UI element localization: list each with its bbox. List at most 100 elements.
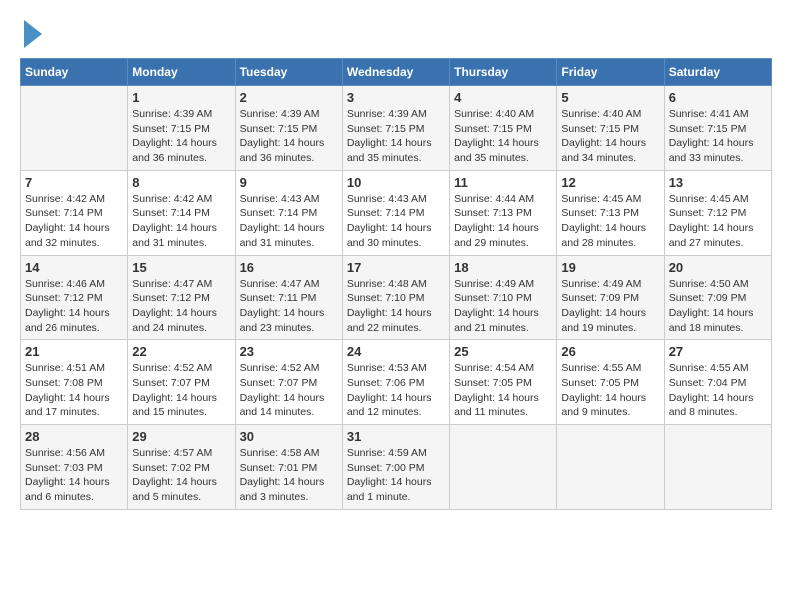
day-info: Sunrise: 4:43 AM Sunset: 7:14 PM Dayligh… [240,192,338,251]
calendar-cell: 4 Sunrise: 4:40 AM Sunset: 7:15 PM Daylig… [450,86,557,171]
day-info: Sunrise: 4:45 AM Sunset: 7:13 PM Dayligh… [561,192,659,251]
day-info: Sunrise: 4:44 AM Sunset: 7:13 PM Dayligh… [454,192,552,251]
calendar-cell [450,425,557,510]
day-info: Sunrise: 4:50 AM Sunset: 7:09 PM Dayligh… [669,277,767,336]
day-number: 19 [561,260,659,275]
calendar-cell: 14 Sunrise: 4:46 AM Sunset: 7:12 PM Dayli… [21,255,128,340]
day-info: Sunrise: 4:40 AM Sunset: 7:15 PM Dayligh… [561,107,659,166]
page-header [20,20,772,48]
day-info: Sunrise: 4:46 AM Sunset: 7:12 PM Dayligh… [25,277,123,336]
calendar-cell: 7 Sunrise: 4:42 AM Sunset: 7:14 PM Daylig… [21,170,128,255]
calendar-cell: 21 Sunrise: 4:51 AM Sunset: 7:08 PM Dayli… [21,340,128,425]
calendar-cell: 25 Sunrise: 4:54 AM Sunset: 7:05 PM Dayli… [450,340,557,425]
day-info: Sunrise: 4:55 AM Sunset: 7:05 PM Dayligh… [561,361,659,420]
calendar-cell: 23 Sunrise: 4:52 AM Sunset: 7:07 PM Dayli… [235,340,342,425]
day-info: Sunrise: 4:49 AM Sunset: 7:09 PM Dayligh… [561,277,659,336]
calendar-cell: 10Sunrise: 4:43 AM Sunset: 7:14 PM Dayli… [342,170,449,255]
day-number: 4 [454,90,552,105]
calendar-cell: 11Sunrise: 4:44 AM Sunset: 7:13 PM Dayli… [450,170,557,255]
day-number: 18 [454,260,552,275]
calendar-cell: 6 Sunrise: 4:41 AM Sunset: 7:15 PM Daylig… [664,86,771,171]
day-info: Sunrise: 4:42 AM Sunset: 7:14 PM Dayligh… [25,192,123,251]
calendar-table: SundayMondayTuesdayWednesdayThursdayFrid… [20,58,772,510]
calendar-cell: 30Sunrise: 4:58 AM Sunset: 7:01 PM Dayli… [235,425,342,510]
day-info: Sunrise: 4:58 AM Sunset: 7:01 PM Dayligh… [240,446,338,505]
day-info: Sunrise: 4:59 AM Sunset: 7:00 PM Dayligh… [347,446,445,505]
calendar-cell: 9 Sunrise: 4:43 AM Sunset: 7:14 PM Daylig… [235,170,342,255]
day-info: Sunrise: 4:39 AM Sunset: 7:15 PM Dayligh… [347,107,445,166]
day-info: Sunrise: 4:39 AM Sunset: 7:15 PM Dayligh… [132,107,230,166]
calendar-cell [557,425,664,510]
day-info: Sunrise: 4:40 AM Sunset: 7:15 PM Dayligh… [454,107,552,166]
calendar-week-row: 7 Sunrise: 4:42 AM Sunset: 7:14 PM Daylig… [21,170,772,255]
day-info: Sunrise: 4:53 AM Sunset: 7:06 PM Dayligh… [347,361,445,420]
day-number: 6 [669,90,767,105]
weekday-header: Saturday [664,59,771,86]
day-number: 14 [25,260,123,275]
day-info: Sunrise: 4:57 AM Sunset: 7:02 PM Dayligh… [132,446,230,505]
day-info: Sunrise: 4:47 AM Sunset: 7:11 PM Dayligh… [240,277,338,336]
calendar-cell [664,425,771,510]
day-number: 26 [561,344,659,359]
calendar-week-row: 28 Sunrise: 4:56 AM Sunset: 7:03 PM Dayli… [21,425,772,510]
calendar-cell: 13 Sunrise: 4:45 AM Sunset: 7:12 PM Dayli… [664,170,771,255]
weekday-header: Tuesday [235,59,342,86]
calendar-cell: 12 Sunrise: 4:45 AM Sunset: 7:13 PM Dayli… [557,170,664,255]
day-number: 12 [561,175,659,190]
weekday-header: Sunday [21,59,128,86]
day-number: 28 [25,429,123,444]
day-number: 17 [347,260,445,275]
weekday-header: Monday [128,59,235,86]
day-info: Sunrise: 4:41 AM Sunset: 7:15 PM Dayligh… [669,107,767,166]
day-info: Sunrise: 4:45 AM Sunset: 7:12 PM Dayligh… [669,192,767,251]
day-info: Sunrise: 4:48 AM Sunset: 7:10 PM Dayligh… [347,277,445,336]
day-number: 3 [347,90,445,105]
day-info: Sunrise: 4:51 AM Sunset: 7:08 PM Dayligh… [25,361,123,420]
day-number: 29 [132,429,230,444]
calendar-week-row: 21 Sunrise: 4:51 AM Sunset: 7:08 PM Dayli… [21,340,772,425]
calendar-cell: 31Sunrise: 4:59 AM Sunset: 7:00 PM Dayli… [342,425,449,510]
weekday-header: Wednesday [342,59,449,86]
calendar-cell: 1 Sunrise: 4:39 AM Sunset: 7:15 PM Daylig… [128,86,235,171]
calendar-cell [21,86,128,171]
day-number: 23 [240,344,338,359]
day-info: Sunrise: 4:42 AM Sunset: 7:14 PM Dayligh… [132,192,230,251]
calendar-cell: 20 Sunrise: 4:50 AM Sunset: 7:09 PM Dayli… [664,255,771,340]
day-number: 9 [240,175,338,190]
day-info: Sunrise: 4:56 AM Sunset: 7:03 PM Dayligh… [25,446,123,505]
weekday-header: Friday [557,59,664,86]
calendar-cell: 8 Sunrise: 4:42 AM Sunset: 7:14 PM Daylig… [128,170,235,255]
day-number: 10 [347,175,445,190]
weekday-header: Thursday [450,59,557,86]
day-number: 1 [132,90,230,105]
day-number: 25 [454,344,552,359]
calendar-cell: 15Sunrise: 4:47 AM Sunset: 7:12 PM Dayli… [128,255,235,340]
day-number: 13 [669,175,767,190]
calendar-cell: 22 Sunrise: 4:52 AM Sunset: 7:07 PM Dayli… [128,340,235,425]
day-number: 24 [347,344,445,359]
day-number: 21 [25,344,123,359]
calendar-cell: 17 Sunrise: 4:48 AM Sunset: 7:10 PM Dayli… [342,255,449,340]
day-number: 8 [132,175,230,190]
day-number: 7 [25,175,123,190]
day-number: 2 [240,90,338,105]
logo [20,20,42,48]
day-info: Sunrise: 4:54 AM Sunset: 7:05 PM Dayligh… [454,361,552,420]
day-info: Sunrise: 4:52 AM Sunset: 7:07 PM Dayligh… [240,361,338,420]
day-number: 20 [669,260,767,275]
day-info: Sunrise: 4:52 AM Sunset: 7:07 PM Dayligh… [132,361,230,420]
day-number: 27 [669,344,767,359]
day-info: Sunrise: 4:39 AM Sunset: 7:15 PM Dayligh… [240,107,338,166]
calendar-cell: 5Sunrise: 4:40 AM Sunset: 7:15 PM Daylig… [557,86,664,171]
day-number: 22 [132,344,230,359]
day-number: 16 [240,260,338,275]
calendar-week-row: 1 Sunrise: 4:39 AM Sunset: 7:15 PM Daylig… [21,86,772,171]
calendar-cell: 2 Sunrise: 4:39 AM Sunset: 7:15 PM Daylig… [235,86,342,171]
calendar-week-row: 14 Sunrise: 4:46 AM Sunset: 7:12 PM Dayli… [21,255,772,340]
calendar-cell: 24 Sunrise: 4:53 AM Sunset: 7:06 PM Dayli… [342,340,449,425]
calendar-cell: 28 Sunrise: 4:56 AM Sunset: 7:03 PM Dayli… [21,425,128,510]
calendar-cell: 29 Sunrise: 4:57 AM Sunset: 7:02 PM Dayli… [128,425,235,510]
weekday-header-row: SundayMondayTuesdayWednesdayThursdayFrid… [21,59,772,86]
calendar-cell: 19 Sunrise: 4:49 AM Sunset: 7:09 PM Dayli… [557,255,664,340]
logo-arrow-icon [24,20,42,48]
